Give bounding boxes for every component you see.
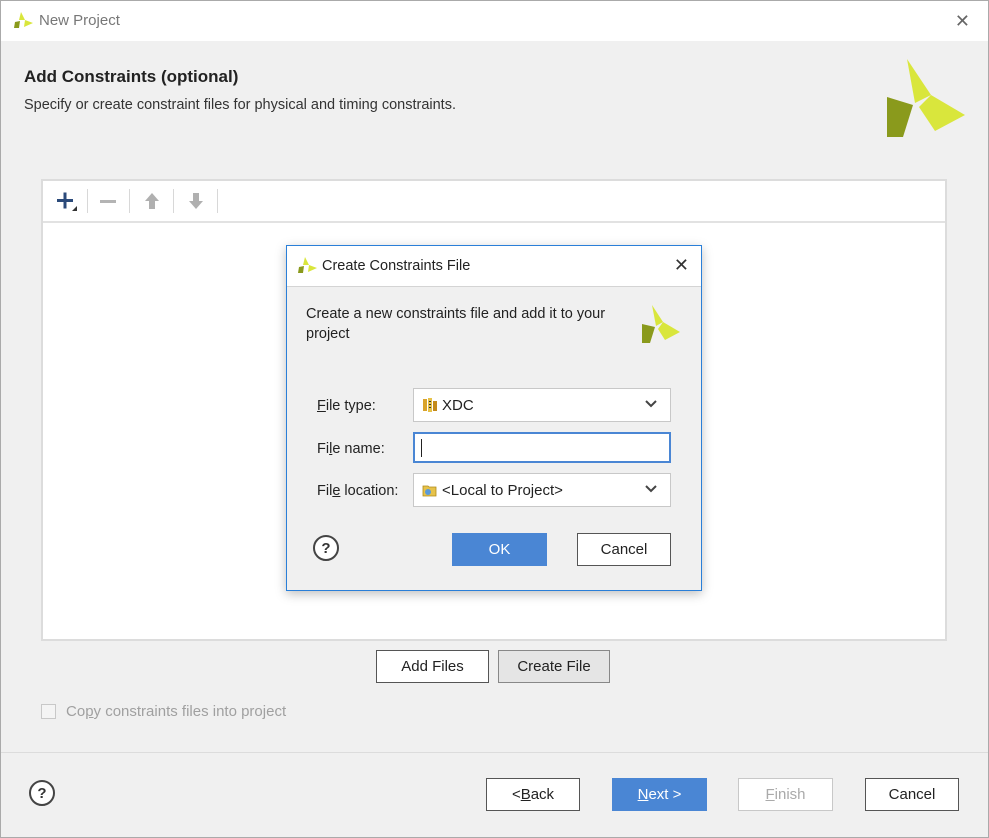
remove-icon[interactable] bbox=[95, 189, 121, 213]
dialog-title-divider bbox=[287, 286, 701, 287]
dialog-cancel-button[interactable]: Cancel bbox=[577, 533, 671, 566]
ok-button[interactable]: OK bbox=[452, 533, 547, 566]
file-location-label: File location: bbox=[317, 483, 399, 499]
cancel-button[interactable]: Cancel bbox=[865, 778, 959, 811]
close-icon[interactable]: ✕ bbox=[955, 11, 970, 32]
vivado-large-logo-icon bbox=[885, 57, 967, 143]
files-toolbar bbox=[43, 181, 945, 223]
file-type-value: XDC bbox=[442, 396, 474, 414]
window-title: New Project bbox=[39, 12, 120, 29]
create-constraints-dialog: Create Constraints File ✕ Create a new c… bbox=[286, 245, 702, 591]
footer-divider bbox=[1, 752, 988, 753]
create-file-button[interactable]: Create File bbox=[498, 650, 610, 683]
chevron-down-icon bbox=[644, 397, 658, 415]
file-type-label: File type: bbox=[317, 398, 376, 414]
dialog-help-button[interactable]: ? bbox=[313, 535, 339, 561]
back-button[interactable]: < Back bbox=[486, 778, 580, 811]
vivado-medium-logo-icon bbox=[641, 304, 681, 348]
toolbar-separator bbox=[87, 189, 88, 213]
file-location-select[interactable]: <Local to Project> bbox=[413, 473, 671, 507]
page-subtitle: Specify or create constraint files for p… bbox=[24, 97, 456, 113]
text-caret bbox=[421, 438, 422, 457]
toolbar-separator bbox=[217, 189, 218, 213]
page-title: Add Constraints (optional) bbox=[24, 67, 239, 86]
new-project-window: New Project ✕ Add Constraints (optional)… bbox=[0, 0, 989, 838]
dialog-description: Create a new constraints file and add it… bbox=[306, 306, 606, 342]
help-button[interactable]: ? bbox=[29, 780, 55, 806]
move-up-icon[interactable] bbox=[139, 189, 165, 213]
file-location-value: <Local to Project> bbox=[442, 481, 563, 499]
chevron-down-icon bbox=[644, 482, 658, 500]
copy-constraints-row[interactable]: Copy constraints files into project bbox=[41, 703, 286, 720]
file-name-input[interactable] bbox=[413, 432, 671, 463]
copy-constraints-label: Copy constraints files into project bbox=[66, 703, 287, 720]
dialog-close-icon[interactable]: ✕ bbox=[674, 255, 689, 276]
folder-icon bbox=[422, 482, 438, 498]
file-name-label: File name: bbox=[317, 441, 385, 457]
title-bar: New Project ✕ bbox=[1, 1, 988, 41]
dialog-title: Create Constraints File bbox=[322, 258, 471, 274]
copy-constraints-checkbox[interactable] bbox=[41, 704, 56, 719]
toolbar-separator bbox=[173, 189, 174, 213]
vivado-logo-icon bbox=[297, 256, 317, 278]
file-type-select[interactable]: XDC bbox=[413, 388, 671, 422]
finish-button[interactable]: Finish bbox=[738, 778, 833, 811]
toolbar-separator bbox=[129, 189, 130, 213]
move-down-icon[interactable] bbox=[183, 189, 209, 213]
page-header: Add Constraints (optional) Specify or cr… bbox=[1, 41, 988, 141]
dialog-title-bar: Create Constraints File ✕ bbox=[287, 246, 701, 286]
add-files-button[interactable]: Add Files bbox=[376, 650, 489, 683]
vivado-logo-icon bbox=[13, 11, 33, 33]
next-button[interactable]: Next > bbox=[612, 778, 707, 811]
xdc-file-icon bbox=[422, 397, 438, 413]
add-icon[interactable] bbox=[53, 189, 79, 213]
